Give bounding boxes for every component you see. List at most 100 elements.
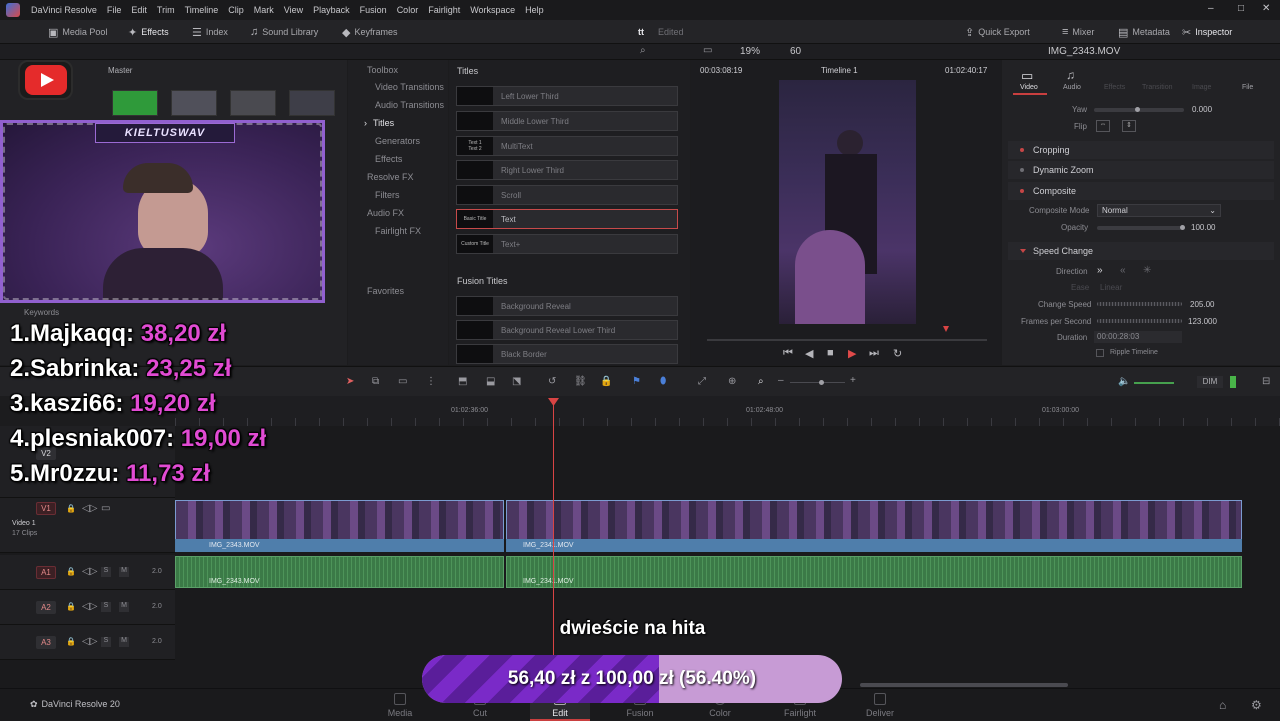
collapse-arrow-icon[interactable] (1020, 249, 1026, 253)
blade-tool-icon[interactable]: ⋮ (426, 376, 436, 387)
zoom-level[interactable]: 19% (740, 46, 760, 57)
auto-select-icon[interactable]: ◁▷ (82, 503, 97, 514)
mute-button[interactable]: M (119, 602, 129, 612)
tab-image[interactable]: Image (1192, 84, 1211, 91)
media-pool-button[interactable]: ▣ Media Pool (38, 20, 117, 44)
timeline-horizontal-scrollbar[interactable] (860, 683, 1068, 687)
tree-effects[interactable]: Effects (375, 154, 402, 164)
effects-button[interactable]: ✦ Effects (118, 20, 179, 44)
composite-section[interactable]: Composite (1008, 182, 1274, 200)
solo-button[interactable]: S (101, 567, 111, 577)
title-background-reveal-lower-third[interactable]: Background Reveal Lower Third (456, 320, 678, 340)
yaw-value[interactable]: 0.000 (1192, 105, 1212, 114)
title-multitext[interactable]: Text 1 Text 2 MultiText (456, 136, 678, 156)
menu-mark[interactable]: Mark (249, 5, 279, 15)
menu-timeline[interactable]: Timeline (180, 5, 224, 15)
menu-app[interactable]: DaVinci Resolve (26, 5, 102, 15)
menu-help[interactable]: Help (520, 5, 549, 15)
keyframes-button[interactable]: ◆ Keyframes (332, 20, 407, 44)
menu-file[interactable]: File (102, 5, 127, 15)
flip-vertical-icon[interactable]: ⇕ (1122, 120, 1136, 132)
ease-select[interactable]: Linear (1100, 283, 1122, 292)
menu-workspace[interactable]: Workspace (465, 5, 520, 15)
flip-horizontal-icon[interactable]: ⇔ (1096, 120, 1110, 132)
timeline-ruler[interactable]: 01:02:36:00 01:02:48:00 01:03:00:00 (175, 396, 1280, 426)
enable-dot-icon[interactable] (1020, 148, 1024, 152)
index-button[interactable]: ☰ Index (182, 20, 238, 44)
solo-button[interactable]: S (101, 637, 111, 647)
dim-button[interactable]: DIM (1197, 376, 1223, 388)
freeze-frame-icon[interactable]: ✳ (1143, 265, 1151, 276)
snapping-icon[interactable]: ↺ (548, 376, 556, 387)
menu-clip[interactable]: Clip (223, 5, 249, 15)
zoom-out-icon[interactable]: – (778, 375, 784, 386)
enable-dot-icon[interactable] (1020, 168, 1024, 172)
menu-view[interactable]: View (279, 5, 308, 15)
tab-video[interactable]: Video (1020, 84, 1038, 91)
media-thumbnail[interactable] (171, 90, 217, 116)
cropping-section[interactable]: Cropping (1008, 141, 1274, 159)
selection-tool-icon[interactable]: ➤ (346, 376, 354, 387)
speed-change-section[interactable]: Speed Change (1008, 242, 1274, 260)
track-a2-tag[interactable]: A2 (36, 601, 56, 614)
fps-slider[interactable] (1097, 319, 1182, 323)
custom-zoom-icon[interactable]: ⌕ (758, 376, 764, 387)
change-speed-value[interactable]: 205.00 (1190, 300, 1214, 309)
title-text-plus[interactable]: Custom Title Text+ (456, 234, 678, 254)
mute-button[interactable]: M (119, 567, 129, 577)
marker-icon[interactable]: ⬮ (660, 376, 666, 387)
dynamic-trim-icon[interactable]: ▭ (398, 376, 407, 387)
title-background-reveal[interactable]: Background Reveal (456, 296, 678, 316)
lock-track-icon[interactable]: 🔒 (66, 602, 76, 611)
trim-tool-icon[interactable]: ⧉ (372, 376, 379, 387)
mixer-button[interactable]: ≡ Mixer (1052, 20, 1104, 44)
close-window-button[interactable]: ✕ (1262, 3, 1270, 14)
tree-filters[interactable]: Filters (375, 190, 400, 200)
viewer-playhead[interactable] (943, 326, 949, 332)
settings-gear-icon[interactable]: ⚙ (1251, 698, 1262, 712)
dynamic-zoom-section[interactable]: Dynamic Zoom (1008, 161, 1274, 179)
full-extent-zoom-icon[interactable]: ⤢ (698, 376, 706, 387)
quick-export-button[interactable]: ⇪ Quick Export (955, 20, 1040, 44)
track-visible-icon[interactable]: ▭ (101, 503, 110, 514)
insert-clip-icon[interactable]: ⬒ (458, 376, 467, 387)
page-deliver[interactable]: Deliver (850, 689, 910, 721)
title-left-lower-third[interactable]: Left Lower Third (456, 86, 678, 106)
play-icon[interactable]: ▶ (848, 347, 856, 360)
timeline-options-icon[interactable]: ⊟ (1262, 376, 1270, 387)
duration-field[interactable]: 00:00:28:03 (1094, 331, 1182, 343)
direction-forward-icon[interactable]: » (1097, 265, 1103, 276)
title-middle-lower-third[interactable]: Middle Lower Third (456, 111, 678, 131)
maximize-button[interactable]: □ (1238, 3, 1244, 14)
minimize-button[interactable]: – (1208, 3, 1214, 14)
opacity-slider-handle[interactable] (1180, 225, 1185, 230)
menu-playback[interactable]: Playback (308, 5, 355, 15)
mute-button[interactable]: M (119, 637, 129, 647)
title-black-border[interactable]: Black Border (456, 344, 678, 364)
menu-color[interactable]: Color (392, 5, 424, 15)
title-scroll[interactable]: Scroll (456, 185, 678, 205)
viewer-scrubber[interactable] (707, 339, 987, 341)
sound-library-button[interactable]: ♫ Sound Library (240, 20, 328, 44)
track-a3-tag[interactable]: A3 (36, 636, 56, 649)
composite-mode-select[interactable]: Normal ⌄ (1097, 204, 1221, 217)
tree-video-transitions[interactable]: Video Transitions (375, 82, 444, 92)
detail-zoom-icon[interactable]: ⊕ (728, 376, 736, 387)
link-icon[interactable]: ⛓ (574, 376, 587, 387)
play-reverse-icon[interactable]: ◀ (805, 347, 813, 360)
menu-fairlight[interactable]: Fairlight (423, 5, 465, 15)
menu-fusion[interactable]: Fusion (355, 5, 392, 15)
solo-button[interactable]: S (101, 602, 111, 612)
tree-audio-transitions[interactable]: Audio Transitions (375, 100, 444, 110)
tree-audio-fx[interactable]: Audio FX (367, 208, 404, 218)
media-thumbnail[interactable] (112, 90, 158, 116)
inspector-button[interactable]: ✂ Inspector (1172, 20, 1242, 44)
opacity-slider[interactable] (1097, 226, 1185, 230)
tab-transition[interactable]: Transition (1142, 84, 1172, 91)
page-media[interactable]: Media (370, 689, 430, 721)
auto-select-icon[interactable]: ◁▷ (82, 636, 97, 647)
change-speed-slider[interactable] (1097, 302, 1182, 306)
track-a1-tag[interactable]: A1 (36, 566, 56, 579)
auto-select-icon[interactable]: ◁▷ (82, 601, 97, 612)
lock-track-icon[interactable]: 🔒 (66, 567, 76, 576)
